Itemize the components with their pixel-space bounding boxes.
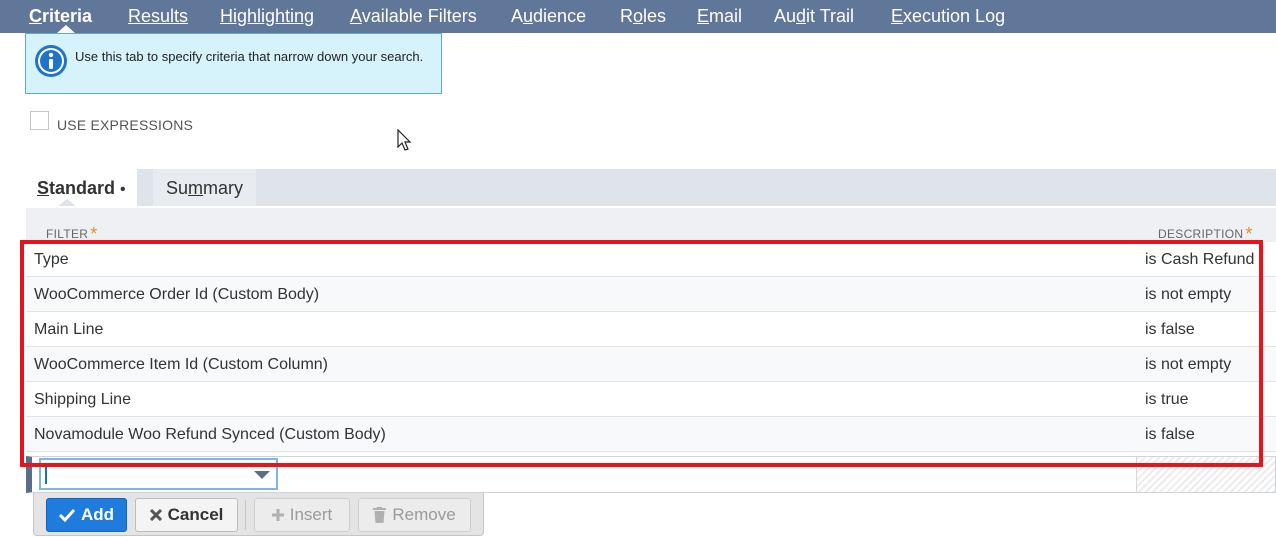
tab-email-mnemonic: E: [697, 6, 710, 26]
description-header-label: DESCRIPTION: [1158, 227, 1244, 241]
tab-execution-log-label: xecution Log: [903, 6, 1006, 26]
mouse-pointer-icon: [397, 129, 412, 151]
tab-available-filters-label: vailable Filters: [361, 6, 477, 26]
close-icon: [149, 509, 162, 521]
tab-email[interactable]: Email: [697, 0, 742, 33]
tab-results[interactable]: Results: [128, 0, 188, 33]
use-expressions-checkbox[interactable]: [30, 111, 49, 130]
tab-audience-label: dience: [533, 6, 587, 26]
table-row[interactable]: WooCommerce Order Id (Custom Body) is no…: [26, 277, 1276, 312]
subtab-summary-label: mary: [203, 178, 244, 198]
row-filter: WooCommerce Order Id (Custom Body): [34, 286, 320, 303]
criteria-subtab-bar: Standard • Summary: [26, 169, 1276, 206]
cancel-button[interactable]: Cancel: [135, 498, 238, 532]
subtab-summary[interactable]: Summary: [153, 169, 257, 206]
subtab-summary-pre: Su: [166, 178, 189, 198]
cancel-button-label: Cancel: [167, 505, 224, 524]
tab-roles-pre: R: [620, 6, 633, 26]
tab-criteria-label: riteria: [42, 6, 93, 26]
description-column-header[interactable]: DESCRIPTION *: [1158, 222, 1253, 244]
tab-audit-trail[interactable]: Audit Trail: [774, 0, 854, 33]
tab-roles-mnemonic: o: [633, 6, 644, 26]
remove-button-label: Remove: [392, 505, 456, 524]
remove-button[interactable]: Remove: [358, 498, 471, 532]
use-expressions-label: USE EXPRESSIONS: [57, 117, 194, 133]
filter-select-dropdown[interactable]: [39, 458, 278, 490]
row-filter: Shipping Line: [34, 391, 131, 408]
insert-button-label: Insert: [289, 505, 333, 524]
tab-audience-pre: A: [511, 6, 524, 26]
description-cell-disabled: [1136, 457, 1275, 492]
top-tab-bar: Criteria Results Highlighting Available …: [0, 0, 1276, 33]
tab-execution-log[interactable]: Execution Log: [891, 0, 1005, 33]
tab-available-filters-mnemonic: A: [350, 6, 362, 26]
tab-audit-trail-pre: Au: [774, 6, 797, 26]
tab-results-label: esults: [141, 6, 189, 26]
subtab-standard[interactable]: Standard •: [26, 169, 137, 206]
required-mark: *: [90, 224, 98, 244]
add-button[interactable]: Add: [46, 498, 127, 532]
subtab-standard-mnemonic: S: [37, 178, 50, 198]
tab-email-label: mail: [709, 6, 743, 26]
tab-criteria[interactable]: Criteria: [29, 0, 92, 33]
row-description: is false: [1145, 321, 1195, 338]
filter-column-header[interactable]: FILTER *: [46, 222, 98, 244]
tab-criteria-mnemonic: C: [29, 6, 42, 26]
tab-highlighting-label: ighlighting: [233, 6, 315, 26]
row-description: is not empty: [1145, 356, 1232, 373]
row-description: is not empty: [1145, 286, 1232, 303]
criteria-table-header: FILTER * DESCRIPTION *: [26, 208, 1276, 244]
tab-audience-mnemonic: u: [523, 6, 534, 26]
tab-audience[interactable]: Audience: [511, 0, 586, 33]
tab-results-mnemonic: R: [128, 6, 141, 26]
table-row[interactable]: Type is Cash Refund: [26, 242, 1276, 277]
info-icon: [35, 45, 67, 77]
table-row[interactable]: Main Line is false: [26, 312, 1276, 347]
row-filter: Main Line: [34, 321, 104, 338]
tab-available-filters[interactable]: Available Filters: [350, 0, 477, 33]
tab-highlighting-mnemonic: H: [220, 6, 233, 26]
row-filter: Type: [34, 251, 69, 268]
tab-roles[interactable]: Roles: [620, 0, 666, 33]
row-description: is false: [1145, 426, 1195, 443]
tab-highlighting[interactable]: Highlighting: [220, 0, 314, 33]
button-divider: [245, 500, 246, 530]
subtab-standard-dot: •: [120, 181, 126, 198]
trash-icon: [373, 507, 387, 523]
row-description: is true: [1145, 391, 1189, 408]
subtab-summary-mnemonic: m: [188, 178, 204, 198]
checkmark-icon: [58, 508, 75, 522]
row-description: is Cash Refund: [1145, 251, 1255, 268]
tab-roles-label: les: [643, 6, 667, 26]
text-caret: [45, 466, 47, 484]
tab-audit-trail-label: it Trail: [806, 6, 855, 26]
table-row[interactable]: WooCommerce Item Id (Custom Column) is n…: [26, 347, 1276, 382]
info-message-text: Use this tab to specify criteria that na…: [75, 49, 424, 64]
row-filter: WooCommerce Item Id (Custom Column): [34, 356, 328, 373]
required-mark: *: [1245, 224, 1253, 244]
table-row[interactable]: Novamodule Woo Refund Synced (Custom Bod…: [26, 417, 1276, 452]
tab-audit-trail-mnemonic: d: [796, 6, 807, 26]
info-message-box: Use this tab to specify criteria that na…: [25, 33, 442, 94]
plus-icon: [271, 509, 284, 521]
dropdown-arrow-icon[interactable]: [254, 471, 270, 479]
add-button-label: Add: [80, 505, 115, 524]
filter-header-label: FILTER: [46, 227, 89, 241]
insert-button[interactable]: Insert: [254, 498, 350, 532]
subtab-standard-label: tandard: [49, 178, 116, 198]
row-filter: Novamodule Woo Refund Synced (Custom Bod…: [34, 426, 386, 443]
table-row[interactable]: Shipping Line is true: [26, 382, 1276, 417]
tab-execution-log-mnemonic: E: [891, 6, 904, 26]
